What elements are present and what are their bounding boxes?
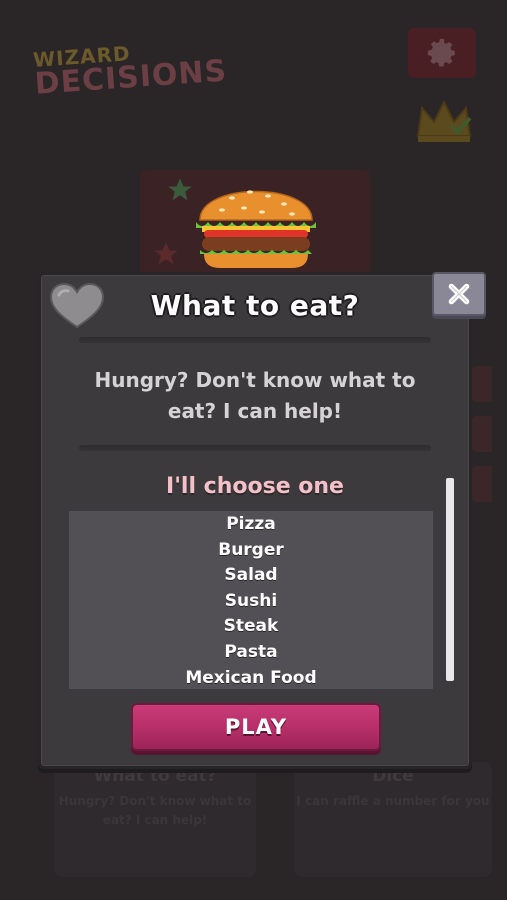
background-side-tab: [472, 366, 492, 402]
list-heading: I'll choose one: [166, 474, 344, 499]
card-description: Hungry? Don't know what to eat? I can he…: [58, 794, 252, 827]
card-title: Dice: [372, 766, 414, 786]
list-scrollbar[interactable]: [446, 478, 454, 681]
background-side-tab: [472, 416, 492, 452]
play-button[interactable]: PLAY: [131, 703, 381, 751]
crown-icon: [416, 99, 472, 142]
list-item: Burger: [218, 539, 284, 560]
list-item: Mexican Food: [185, 667, 317, 688]
background-side-tab: [472, 466, 492, 502]
dialog-subtitle: Hungry? Don't know what to eat? I can he…: [94, 368, 416, 423]
logo-line-2: DECISIONS: [33, 53, 229, 102]
card-description: I can raffle a number for you: [296, 794, 490, 808]
burger-icon: [196, 190, 316, 268]
divider: [79, 445, 431, 451]
divider: [79, 337, 431, 343]
list-item: Salad: [224, 565, 278, 586]
background-card-what-to-eat: What to eat? Hungry? Don't know what to …: [54, 762, 256, 877]
settings-button: [408, 28, 476, 78]
star-icon: [154, 242, 178, 265]
list-item: Sushi: [224, 590, 278, 611]
list-item: Pizza: [226, 514, 276, 534]
card-title: What to eat?: [93, 766, 217, 786]
list-item: Pasta: [224, 641, 278, 662]
food-options-list[interactable]: Pizza Burger Salad Sushi Steak Pasta Mex…: [69, 511, 433, 689]
dialog-title: What to eat?: [150, 289, 360, 322]
background-card-dice: Dice I can raffle a number for you: [294, 762, 492, 877]
star-icon: [168, 178, 192, 201]
list-item: Steak: [223, 616, 279, 637]
app-logo: WIZARD DECISIONS: [32, 38, 229, 102]
gear-icon: [427, 38, 455, 67]
what-to-eat-dialog: What to eat? Hungry? Don't know what to …: [38, 272, 486, 769]
